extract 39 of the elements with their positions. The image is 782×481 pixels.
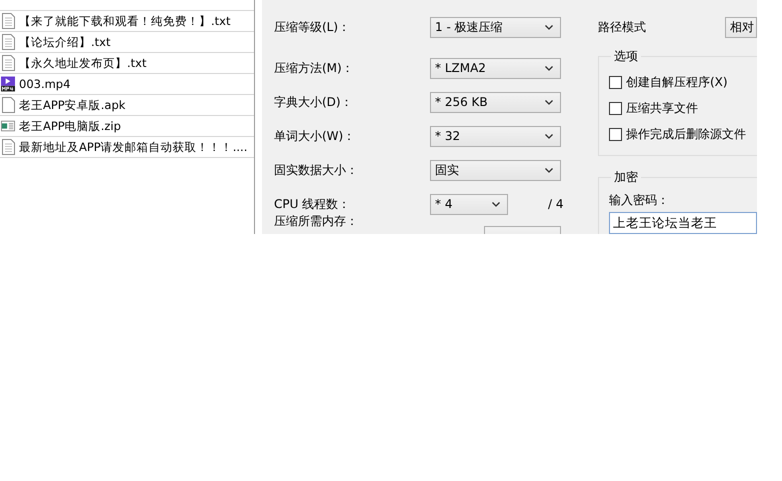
file-name[interactable]: 003.mp4	[19, 77, 70, 91]
dropdown[interactable]: 固实	[430, 160, 561, 180]
checkbox[interactable]	[609, 76, 622, 88]
thread-max: / 4	[548, 197, 564, 211]
dropdown[interactable]: * 256 KB	[430, 92, 561, 112]
caret-icon	[545, 168, 553, 172]
caret-icon	[545, 134, 553, 138]
dropdown[interactable]: 1 - 极速压缩	[430, 16, 561, 38]
field-label: 输入密码：	[609, 192, 670, 209]
field-label: 路径模式	[598, 18, 647, 36]
field-label: 压缩方法(M)：	[274, 60, 355, 76]
dropdown[interactable]: * 4	[430, 194, 508, 214]
file-name[interactable]: 【论坛介绍】.txt	[19, 34, 110, 50]
caret-icon	[545, 100, 553, 104]
checkbox-label[interactable]: 操作完成后删除源文件	[626, 126, 746, 142]
checkbox[interactable]	[609, 102, 622, 114]
group-title: 选项	[613, 48, 639, 65]
dropdown[interactable]: 相对	[725, 16, 757, 38]
field-label: 单词大小(W)：	[274, 128, 356, 144]
file-name[interactable]: 最新地址及APP请发邮箱自动获取！！！....	[19, 140, 248, 154]
field-label: CPU 线程数：	[274, 196, 352, 212]
checkbox-label[interactable]: 创建自解压程序(X)	[626, 74, 728, 90]
checkbox[interactable]	[609, 128, 622, 140]
file-name[interactable]: 【来了就能下载和观看！纯免费！】.txt	[19, 14, 230, 28]
file-name[interactable]: 老王APP电脑版.zip	[19, 118, 121, 134]
field-label: 固实数据大小：	[274, 162, 359, 178]
caret-icon	[545, 66, 553, 70]
file-name[interactable]: 【永久地址发布页】.txt	[19, 56, 146, 70]
field-label: 压缩所需内存：	[274, 213, 359, 230]
field-label: 字典大小(D)：	[274, 94, 354, 110]
password-field[interactable]: 上老王论坛当老王	[609, 212, 757, 234]
caret-icon	[492, 202, 500, 206]
caret-icon	[545, 24, 553, 30]
file-name[interactable]: 老王APP安卓版.apk	[19, 98, 126, 112]
field-label: 压缩等级(L)：	[274, 18, 352, 36]
dropdown[interactable]: * 32	[430, 126, 561, 146]
checkbox-label[interactable]: 压缩共享文件	[626, 100, 698, 116]
group-title: 加密	[613, 169, 639, 186]
dropdown[interactable]: * LZMA2	[430, 58, 561, 78]
